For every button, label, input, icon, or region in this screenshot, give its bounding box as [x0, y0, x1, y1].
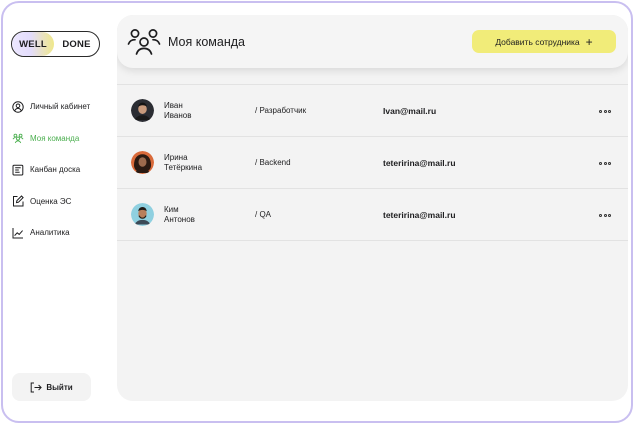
edit-icon: [13, 195, 24, 207]
sidebar-item-assessment[interactable]: Оценка ЭС: [12, 186, 112, 218]
main-panel: Моя команда Добавить сотрудника + Иван И…: [117, 15, 628, 401]
employee-list: Иван Иванов / Разработчик Ivan@mail.ru И…: [117, 84, 628, 241]
kanban-icon: [12, 164, 24, 176]
employee-email: teteririna@mail.ru: [383, 158, 456, 168]
app-window: WELL DONE Личный кабинет Моя команда Кан…: [1, 1, 633, 423]
employee-row[interactable]: Ким Антонов / QA teteririna@mail.ru: [117, 189, 628, 241]
add-employee-button[interactable]: Добавить сотрудника +: [472, 30, 616, 53]
sidebar-item-team[interactable]: Моя команда: [12, 123, 112, 155]
logout-label: Выйти: [46, 382, 73, 392]
chart-line-icon: [12, 227, 23, 239]
employee-last-name: Антонов: [164, 215, 195, 224]
employee-name: Ирина Тетёркина: [164, 153, 202, 173]
logo-well: WELL: [12, 32, 54, 56]
employee-email: Ivan@mail.ru: [383, 106, 437, 116]
avatar: [131, 151, 154, 174]
logo-done: DONE: [62, 38, 91, 50]
team-icon: [12, 133, 24, 144]
sidebar-item-kanban[interactable]: Канбан доска: [12, 154, 112, 186]
more-options-icon[interactable]: [599, 106, 613, 116]
logo[interactable]: WELL DONE: [11, 31, 100, 57]
avatar: [131, 203, 154, 226]
sidebar-item-label: Канбан доска: [30, 165, 81, 175]
sidebar-item-label: Моя команда: [30, 133, 80, 143]
sidebar-item-label: Аналитика: [30, 228, 70, 238]
logout-icon: [31, 382, 43, 392]
employee-name: Ким Антонов: [164, 205, 195, 225]
employee-last-name: Тетёркина: [164, 163, 203, 172]
employee-first-name: Ирина: [164, 153, 188, 162]
employee-email: teteririna@mail.ru: [383, 210, 456, 220]
sidebar-item-label: Оценка ЭС: [30, 196, 72, 206]
sidebar-item-label: Личный кабинет: [30, 102, 91, 112]
employee-last-name: Иванов: [164, 111, 192, 120]
page-header: Моя команда Добавить сотрудника +: [117, 15, 628, 68]
employee-first-name: Иван: [164, 101, 183, 110]
employee-row[interactable]: Иван Иванов / Разработчик Ivan@mail.ru: [117, 85, 628, 137]
sidebar-item-profile[interactable]: Личный кабинет: [12, 91, 112, 123]
add-employee-label: Добавить сотрудника: [495, 36, 580, 47]
sidebar-item-analytics[interactable]: Аналитика: [12, 217, 112, 249]
team-icon: [127, 29, 161, 55]
more-options-icon[interactable]: [599, 210, 613, 220]
plus-icon: +: [585, 34, 593, 49]
employee-role: / Разработчик: [255, 106, 307, 115]
user-circle-icon: [12, 101, 24, 113]
employee-first-name: Ким: [164, 205, 179, 214]
employee-name: Иван Иванов: [164, 101, 191, 121]
sidebar-nav: Личный кабинет Моя команда Канбан доска …: [12, 91, 112, 249]
more-options-icon[interactable]: [599, 158, 613, 168]
employee-role: / Backend: [255, 158, 291, 167]
employee-row[interactable]: Ирина Тетёркина / Backend teteririna@mai…: [117, 137, 628, 189]
employee-role: / QA: [255, 210, 272, 219]
page-title: Моя команда: [168, 35, 246, 49]
avatar: [131, 99, 154, 122]
logout-button[interactable]: Выйти: [12, 373, 91, 401]
